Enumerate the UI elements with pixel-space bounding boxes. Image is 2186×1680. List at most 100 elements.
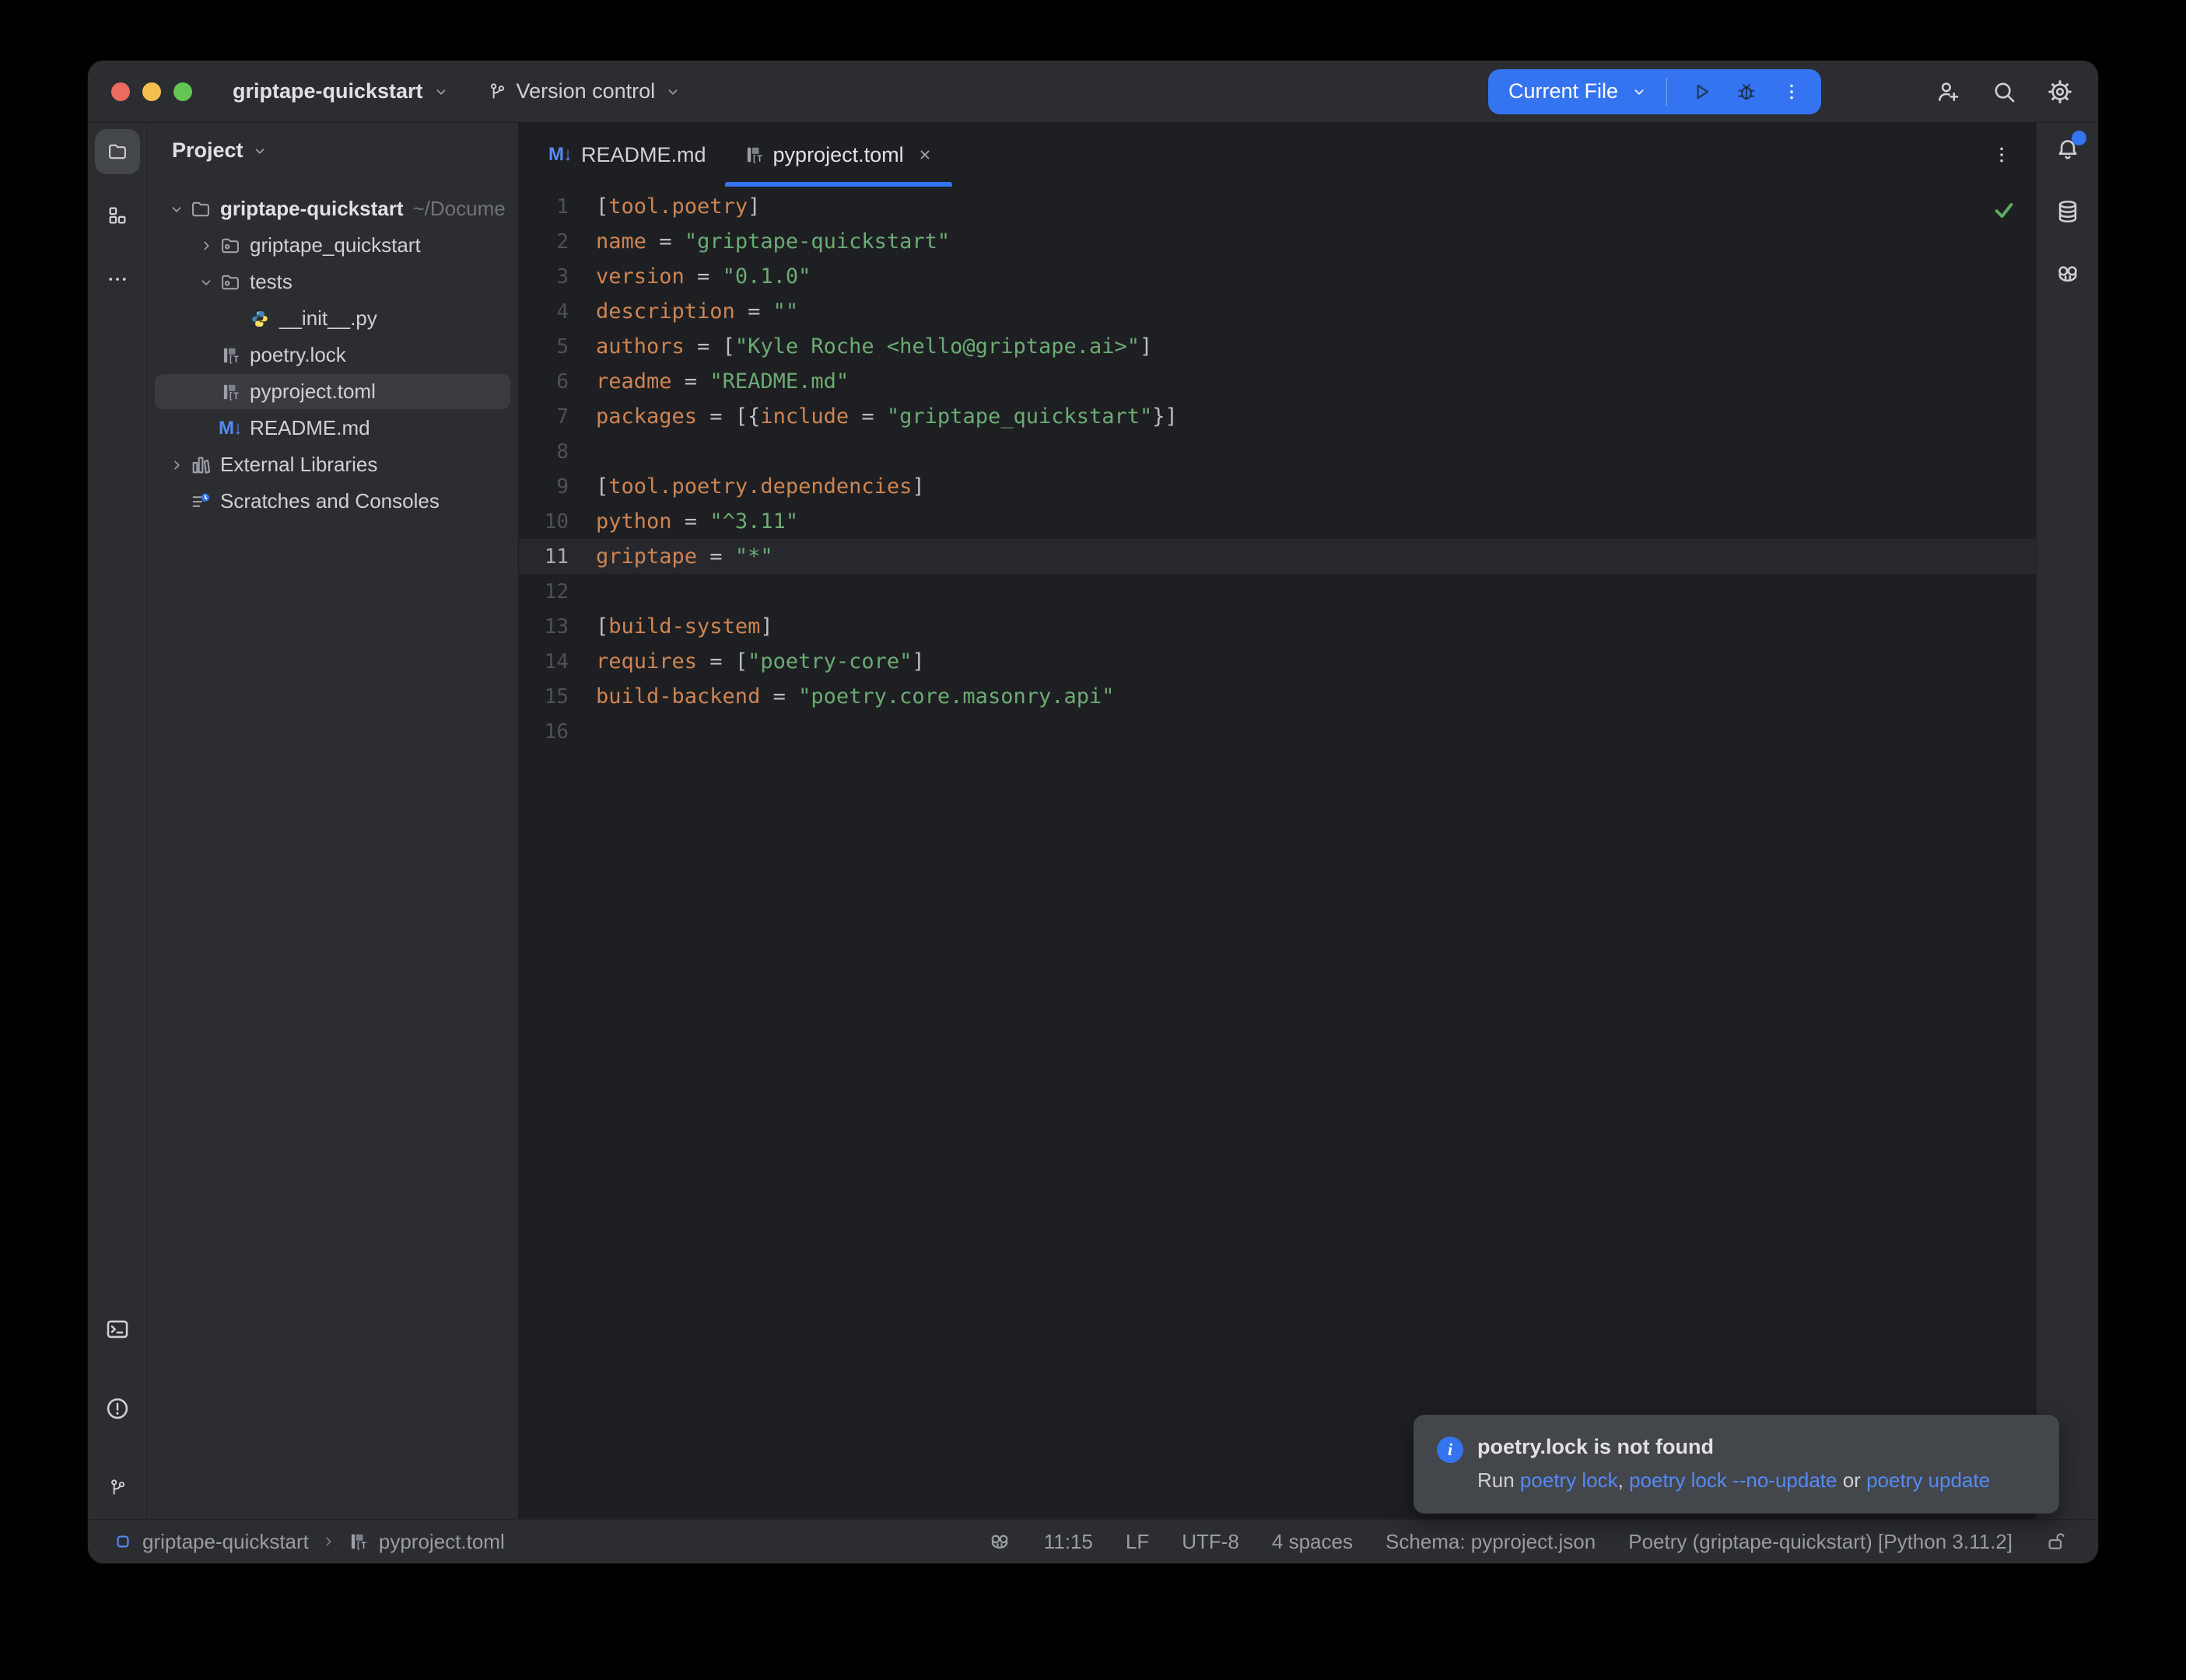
code-line[interactable]: 12 — [519, 574, 2036, 609]
settings-button[interactable] — [2042, 74, 2078, 110]
line-number[interactable]: 2 — [519, 230, 569, 254]
line-number[interactable]: 10 — [519, 510, 569, 534]
project-panel-header[interactable]: Project — [147, 123, 518, 163]
close-window-button[interactable] — [111, 82, 130, 101]
terminal-tool-button[interactable] — [98, 1312, 137, 1346]
line-number[interactable]: 1 — [519, 195, 569, 219]
chevron-down-icon[interactable] — [166, 201, 187, 218]
structure-tool-button[interactable] — [95, 193, 140, 238]
line-number[interactable]: 13 — [519, 615, 569, 639]
tree-item-label: griptape_quickstart — [250, 233, 421, 257]
code-line[interactable]: 13[build-system] — [519, 609, 2036, 644]
debug-button[interactable] — [1729, 75, 1764, 109]
line-number[interactable]: 6 — [519, 370, 569, 394]
project-tool-window: Project griptape-quickstart~/Docume gript… — [147, 123, 519, 1519]
notification-link[interactable]: poetry lock --no-update — [1629, 1468, 1837, 1492]
code-line[interactable]: 9[tool.poetry.dependencies] — [519, 469, 2036, 504]
python-interpreter[interactable]: Poetry (griptape-quickstart) [Python 3.1… — [1628, 1530, 2013, 1554]
code-line[interactable]: 2name = "griptape-quickstart" — [519, 224, 2036, 259]
tree-item-label: External Libraries — [220, 453, 377, 477]
line-number[interactable]: 14 — [519, 650, 569, 674]
run-widget-divider — [1666, 78, 1667, 106]
code-text: build-backend = "poetry.core.masonry.api… — [596, 684, 1115, 709]
line-separator[interactable]: LF — [1126, 1530, 1149, 1554]
chevron-right-icon[interactable] — [166, 457, 187, 474]
line-number[interactable]: 11 — [519, 545, 569, 569]
tree-item-path: ~/Docume — [413, 197, 506, 221]
line-number[interactable]: 5 — [519, 335, 569, 359]
line-number[interactable]: 12 — [519, 580, 569, 604]
run-config-selector[interactable]: Current File — [1508, 79, 1618, 103]
indent-style[interactable]: 4 spaces — [1272, 1530, 1353, 1554]
code-line[interactable]: 4description = "" — [519, 294, 2036, 329]
code-line[interactable]: 1[tool.poetry] — [519, 189, 2036, 224]
notification-link[interactable]: poetry update — [1866, 1468, 1990, 1492]
code-line[interactable]: 3version = "0.1.0" — [519, 259, 2036, 294]
code-line[interactable]: 15 build-backend = "poetry.core.masonry.a… — [519, 679, 2036, 714]
tree-item-__init__.py[interactable]: __init__.py — [147, 300, 518, 337]
chevron-right-icon[interactable] — [195, 237, 217, 254]
code-line[interactable]: 8 — [519, 434, 2036, 469]
database-button[interactable] — [2048, 194, 2087, 229]
code-line[interactable]: 6readme = "README.md" — [519, 364, 2036, 399]
tree-item-griptape_quickstart[interactable]: griptape_quickstart — [147, 227, 518, 264]
run-button[interactable] — [1684, 75, 1718, 109]
file-encoding[interactable]: UTF-8 — [1182, 1530, 1239, 1554]
notification-link[interactable]: poetry lock — [1520, 1468, 1618, 1492]
tree-item-README.md[interactable]: M↓README.md — [147, 410, 518, 446]
minimize-window-button[interactable] — [142, 82, 161, 101]
info-icon: i — [1437, 1437, 1463, 1463]
active-tab-underline — [725, 182, 952, 187]
editor[interactable]: 1[tool.poetry]2name = "griptape-quicksta… — [519, 187, 2036, 1519]
tree-item-poetry.lock[interactable]: [T]poetry.lock — [147, 337, 518, 373]
tree-item-Scratches and Consoles[interactable]: Scratches and Consoles — [147, 483, 518, 520]
json-schema[interactable]: Schema: pyproject.json — [1386, 1530, 1596, 1554]
chevron-down-icon — [251, 142, 268, 159]
notification-balloon: i poetry.lock is not found Run poetry lo… — [1414, 1415, 2059, 1514]
version-control-tool-button[interactable] — [98, 1471, 137, 1505]
editor-options-button[interactable] — [1985, 138, 2019, 172]
chevron-down-icon[interactable] — [1629, 75, 1649, 109]
line-number[interactable]: 9 — [519, 475, 569, 499]
copilot-status[interactable] — [988, 1530, 1011, 1553]
tree-item-label: tests — [250, 270, 293, 294]
problems-tool-button[interactable] — [98, 1391, 137, 1426]
line-number[interactable]: 16 — [519, 720, 569, 744]
code-line[interactable]: 11griptape = "*" — [519, 539, 2036, 574]
ai-assistant-button[interactable] — [2048, 257, 2087, 291]
more-run-options-button[interactable] — [1774, 75, 1809, 109]
project-widget[interactable]: griptape-quickstart — [233, 79, 450, 103]
toml-icon: [T] — [348, 1531, 368, 1552]
tree-item-pyproject.toml[interactable]: [T]pyproject.toml — [147, 373, 518, 410]
code-line[interactable]: 5authors = ["Kyle Roche <hello@griptape.… — [519, 329, 2036, 364]
project-panel-title: Project — [172, 138, 243, 163]
close-tab-icon[interactable] — [916, 146, 934, 163]
line-number[interactable]: 15 — [519, 685, 569, 709]
search-everywhere-button[interactable] — [1986, 74, 2022, 110]
breadcrumb-item[interactable]: griptape-quickstart — [142, 1530, 309, 1554]
breadcrumb-item[interactable]: pyproject.toml — [379, 1530, 505, 1554]
tab-pyproject.toml[interactable]: [T]pyproject.toml — [725, 123, 952, 187]
line-number[interactable]: 7 — [519, 405, 569, 429]
project-tool-button[interactable] — [95, 129, 140, 174]
notifications-button[interactable] — [2048, 132, 2087, 166]
tree-item-griptape-quickstart[interactable]: griptape-quickstart~/Docume — [147, 191, 518, 227]
zoom-window-button[interactable] — [173, 82, 192, 101]
code-line[interactable]: 10python = "^3.11" — [519, 504, 2036, 539]
code-line[interactable]: 7packages = [{include = "griptape_quicks… — [519, 399, 2036, 434]
code-with-me-button[interactable] — [1930, 74, 1966, 110]
code-line[interactable]: 14requires = ["poetry-core"] — [519, 644, 2036, 679]
vcs-widget[interactable]: Version control — [487, 79, 682, 103]
tree-item-tests[interactable]: tests — [147, 264, 518, 300]
tree-item-External Libraries[interactable]: External Libraries — [147, 446, 518, 483]
code-line[interactable]: 16 — [519, 714, 2036, 749]
readonly-toggle[interactable] — [2045, 1530, 2069, 1553]
line-number[interactable]: 4 — [519, 300, 569, 324]
line-number[interactable]: 3 — [519, 265, 569, 289]
cursor-position[interactable]: 11:15 — [1044, 1530, 1093, 1554]
inspections-ok-icon[interactable] — [1992, 198, 2016, 227]
tab-README.md[interactable]: M↓README.md — [530, 123, 725, 187]
chevron-down-icon[interactable] — [195, 274, 217, 291]
line-number[interactable]: 8 — [519, 440, 569, 464]
more-tool-windows-button[interactable] — [95, 257, 140, 302]
